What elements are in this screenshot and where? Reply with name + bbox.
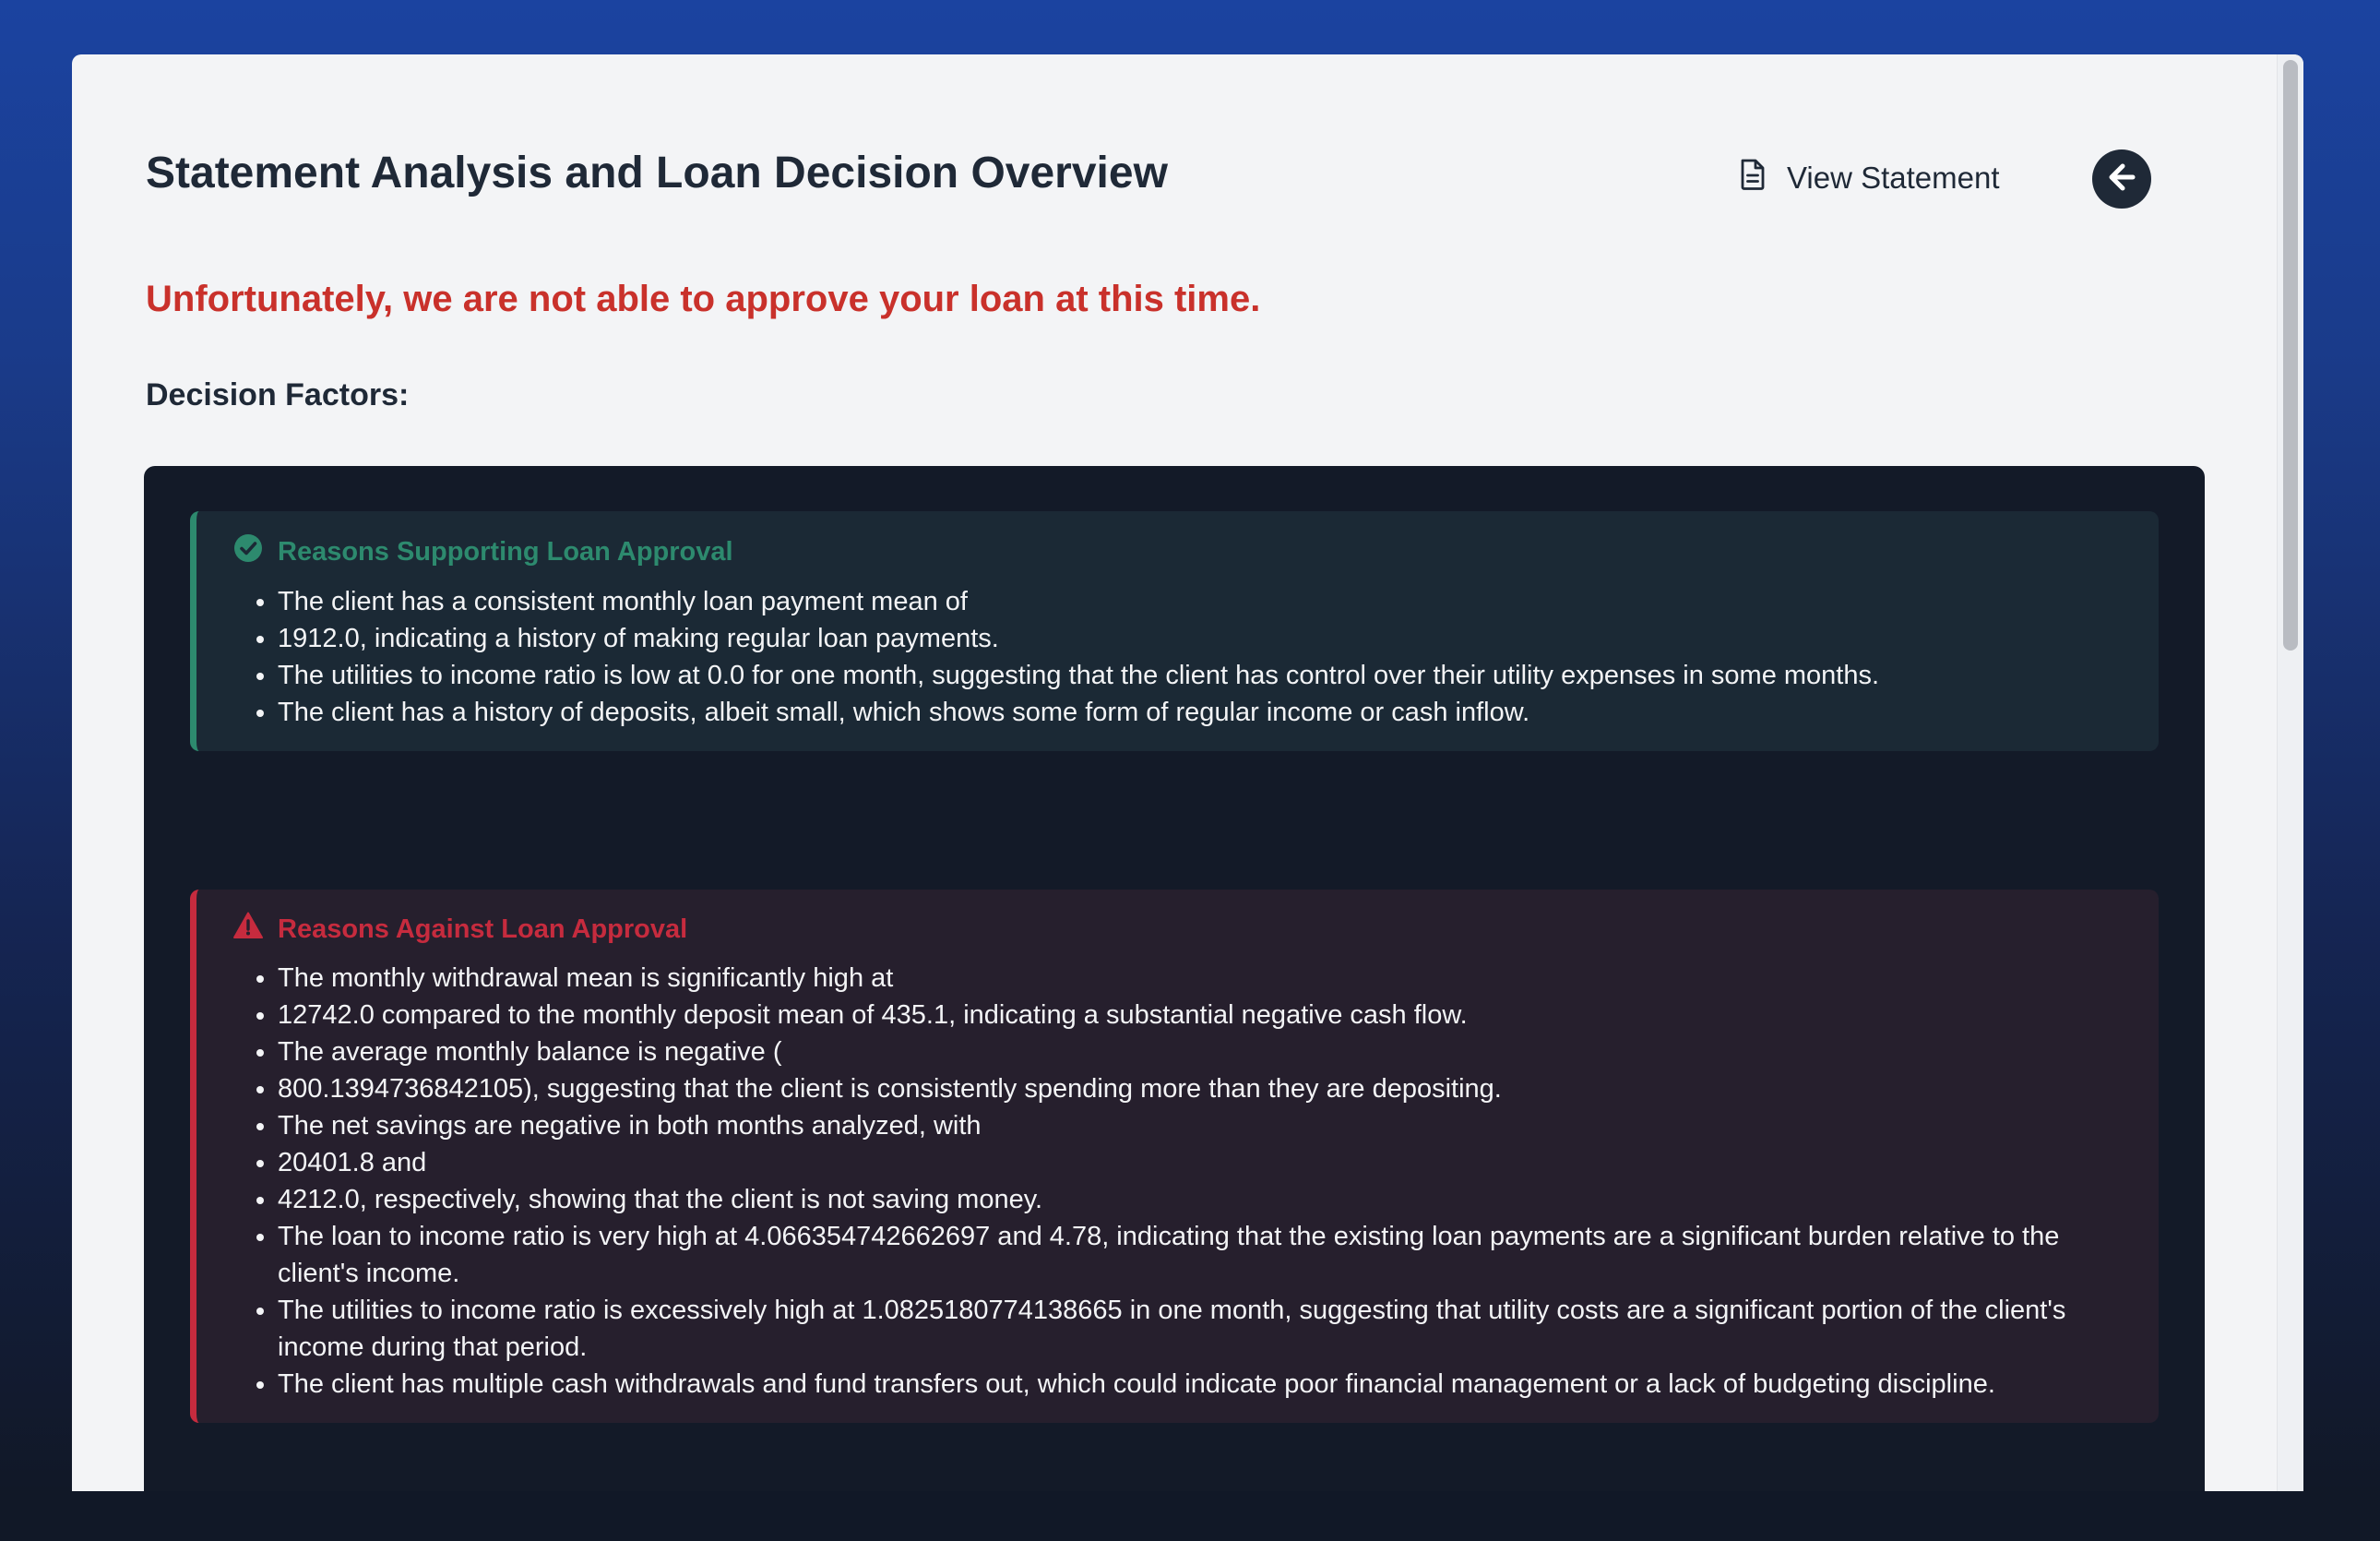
view-statement-label: View Statement	[1787, 161, 2000, 195]
list-item: 4212.0, respectively, showing that the c…	[278, 1181, 2131, 1218]
list-item: 12742.0 compared to the monthly deposit …	[278, 997, 2131, 1033]
list-item: 20401.8 and	[278, 1144, 2131, 1181]
list-item: The monthly withdrawal mean is significa…	[278, 960, 2131, 997]
decision-factors-box: Reasons Supporting Loan Approval The cli…	[144, 466, 2205, 1491]
against-reasons-title: Reasons Against Loan Approval	[278, 914, 688, 944]
warning-triangle-icon	[233, 912, 263, 947]
main-panel: Statement Analysis and Loan Decision Ove…	[72, 54, 2303, 1491]
supporting-reasons-list: The client has a consistent monthly loan…	[233, 583, 2131, 731]
decision-factors-heading: Decision Factors:	[146, 377, 410, 412]
list-item: The client has multiple cash withdrawals…	[278, 1366, 2131, 1403]
list-item: The average monthly balance is negative …	[278, 1033, 2131, 1070]
against-reasons-header: Reasons Against Loan Approval	[233, 912, 2131, 947]
decision-message: Unfortunately, we are not able to approv…	[146, 279, 1261, 319]
against-reasons-list: The monthly withdrawal mean is significa…	[233, 960, 2131, 1403]
scrollbar-thumb[interactable]	[2283, 60, 2298, 651]
list-item: The net savings are negative in both mon…	[278, 1107, 2131, 1144]
check-circle-icon	[233, 533, 263, 570]
list-item: 800.1394736842105), suggesting that the …	[278, 1070, 2131, 1107]
list-item: The utilities to income ratio is low at …	[278, 657, 2131, 694]
arrow-left-icon	[2106, 161, 2137, 197]
page-title: Statement Analysis and Loan Decision Ove…	[146, 149, 1168, 197]
scrollbar-track[interactable]	[2277, 54, 2303, 1491]
list-item: The client has a consistent monthly loan…	[278, 583, 2131, 620]
back-button[interactable]	[2092, 149, 2151, 209]
against-reasons-card: Reasons Against Loan Approval The monthl…	[190, 890, 2159, 1423]
supporting-reasons-card: Reasons Supporting Loan Approval The cli…	[190, 511, 2159, 751]
list-item: The client has a history of deposits, al…	[278, 694, 2131, 731]
document-icon	[1739, 159, 1767, 197]
list-item: The loan to income ratio is very high at…	[278, 1218, 2131, 1292]
supporting-reasons-title: Reasons Supporting Loan Approval	[278, 536, 733, 567]
view-statement-button[interactable]: View Statement	[1739, 159, 2000, 197]
list-item: 1912.0, indicating a history of making r…	[278, 620, 2131, 657]
supporting-reasons-header: Reasons Supporting Loan Approval	[233, 533, 2131, 570]
list-item: The utilities to income ratio is excessi…	[278, 1292, 2131, 1366]
